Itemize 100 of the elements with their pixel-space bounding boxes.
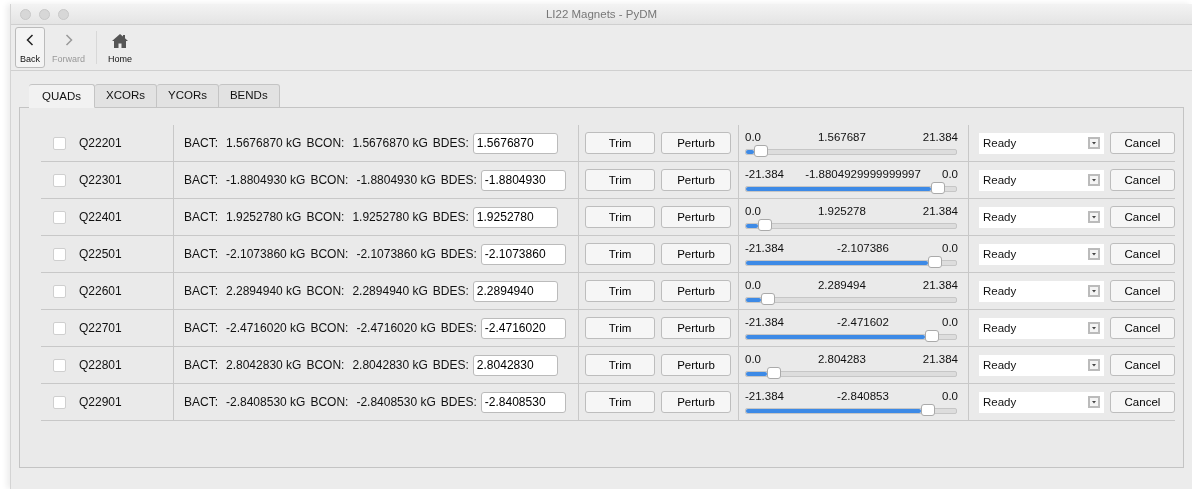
slider-min-label: 0.0 [745, 279, 761, 292]
bact-label: BACT: [184, 358, 218, 372]
tab[interactable]: YCORs [156, 84, 219, 108]
bcon-label: BCON: [310, 247, 349, 261]
trim-button[interactable]: Trim [585, 354, 655, 376]
tab[interactable]: BENDs [218, 84, 280, 108]
bdes-field[interactable]: -2.1073860 [480, 243, 566, 265]
dropdown-arrow-icon [1087, 137, 1100, 149]
status-dropdown[interactable]: Ready [979, 354, 1104, 376]
status-dropdown[interactable]: Ready [979, 317, 1104, 339]
cancel-button[interactable]: Cancel [1109, 169, 1175, 191]
window-zoom-button[interactable] [58, 8, 69, 20]
checkbox[interactable] [53, 136, 66, 150]
slider-handle[interactable] [921, 404, 936, 416]
slider-handle[interactable] [766, 367, 781, 379]
magnet-name: Q22301 [79, 173, 122, 187]
bdes-field[interactable]: -2.4716020 [480, 317, 566, 339]
bdes-field[interactable]: 2.8042830 [472, 354, 558, 376]
bdes-field[interactable]: -1.8804930 [480, 169, 566, 191]
bdes-field[interactable]: 2.2894940 [472, 280, 558, 302]
checkbox[interactable] [53, 358, 66, 372]
window-close-button[interactable] [20, 8, 31, 20]
status-dropdown[interactable]: Ready [979, 169, 1104, 191]
checkbox[interactable] [53, 284, 66, 298]
bcon-label: BCON: [306, 284, 345, 298]
perturb-button[interactable]: Perturb [661, 391, 731, 413]
bcon-label: BCON: [310, 321, 349, 335]
perturb-button[interactable]: Perturb [661, 169, 731, 191]
forward-icon [64, 34, 73, 46]
slider-max-label: 0.0 [942, 168, 958, 181]
bdes-label: BDES: [432, 284, 469, 298]
trim-button[interactable]: Trim [585, 317, 655, 339]
slider-handle[interactable] [761, 293, 776, 305]
slider-handle[interactable] [754, 145, 769, 157]
slider-handle[interactable] [924, 330, 939, 342]
trim-button[interactable]: Trim [585, 132, 655, 154]
bact-label: BACT: [184, 210, 218, 224]
bact-value: -2.4716020 kG [226, 321, 306, 335]
magnet-name: Q22401 [79, 210, 122, 224]
bact-value: -2.8408530 kG [226, 395, 306, 409]
slider-handle[interactable] [930, 182, 945, 194]
checkbox[interactable] [53, 247, 66, 261]
tab[interactable]: QUADs [29, 84, 95, 108]
window-minimize-button[interactable] [39, 8, 50, 20]
bact-value: 2.2894940 kG [226, 284, 302, 298]
slider-min-label: -21.384 [745, 316, 784, 329]
trim-button[interactable]: Trim [585, 169, 655, 191]
cancel-button[interactable]: Cancel [1109, 243, 1175, 265]
perturb-button[interactable]: Perturb [661, 243, 731, 265]
cancel-button[interactable]: Cancel [1109, 317, 1175, 339]
status-dropdown[interactable]: Ready [979, 280, 1104, 302]
slider-min-label: -21.384 [745, 390, 784, 403]
status-dropdown[interactable]: Ready [979, 243, 1104, 265]
checkbox[interactable] [53, 210, 66, 224]
bdes-label: BDES: [440, 173, 477, 187]
cancel-button[interactable]: Cancel [1109, 280, 1175, 302]
slider-max-label: 0.0 [942, 242, 958, 255]
slider-value-label: 2.289494 [817, 279, 866, 292]
bdes-field[interactable]: -2.8408530 [480, 391, 566, 413]
trim-button[interactable]: Trim [585, 391, 655, 413]
slider-handle[interactable] [757, 219, 772, 231]
slider-handle[interactable] [928, 256, 943, 268]
status-dropdown[interactable]: Ready [979, 391, 1104, 413]
bact-value: 1.9252780 kG [226, 210, 302, 224]
magnet-name: Q22701 [79, 321, 122, 335]
cancel-button[interactable]: Cancel [1109, 132, 1175, 154]
trim-button[interactable]: Trim [585, 206, 655, 228]
cancel-button[interactable]: Cancel [1109, 354, 1175, 376]
bcon-value: -2.8408530 kG [356, 395, 436, 409]
bcon-label: BCON: [310, 395, 349, 409]
tab[interactable]: XCORs [95, 84, 157, 108]
checkbox[interactable] [53, 321, 66, 335]
bact-label: BACT: [184, 173, 218, 187]
dropdown-arrow-icon [1087, 396, 1100, 408]
perturb-button[interactable]: Perturb [661, 354, 731, 376]
cancel-button[interactable]: Cancel [1109, 391, 1175, 413]
status-dropdown[interactable]: Ready [979, 132, 1104, 154]
cancel-button[interactable]: Cancel [1109, 206, 1175, 228]
checkbox[interactable] [53, 395, 66, 409]
bdes-field[interactable]: 1.5676870 [472, 132, 558, 154]
bcon-value: 2.8042830 kG [352, 358, 428, 372]
status-dropdown[interactable]: Ready [979, 206, 1104, 228]
perturb-button[interactable]: Perturb [661, 132, 731, 154]
trim-button[interactable]: Trim [585, 243, 655, 265]
toolbar-button[interactable]: Home [103, 27, 138, 68]
bcon-label: BCON: [306, 210, 345, 224]
bdes-field[interactable]: 1.9252780 [472, 206, 558, 228]
perturb-button[interactable]: Perturb [661, 317, 731, 339]
slider-value-label: -1.8804929999999997 [805, 168, 921, 181]
back-icon [26, 34, 34, 46]
magnet-name: Q22801 [79, 358, 122, 372]
bcon-value: 2.2894940 kG [352, 284, 428, 298]
bcon-value: 1.9252780 kG [352, 210, 428, 224]
perturb-button[interactable]: Perturb [661, 280, 731, 302]
perturb-button[interactable]: Perturb [661, 206, 731, 228]
bcon-value: -2.4716020 kG [356, 321, 436, 335]
toolbar-button[interactable]: Back [15, 27, 45, 68]
trim-button[interactable]: Trim [585, 280, 655, 302]
dropdown-arrow-icon [1087, 174, 1100, 186]
checkbox[interactable] [53, 173, 66, 187]
